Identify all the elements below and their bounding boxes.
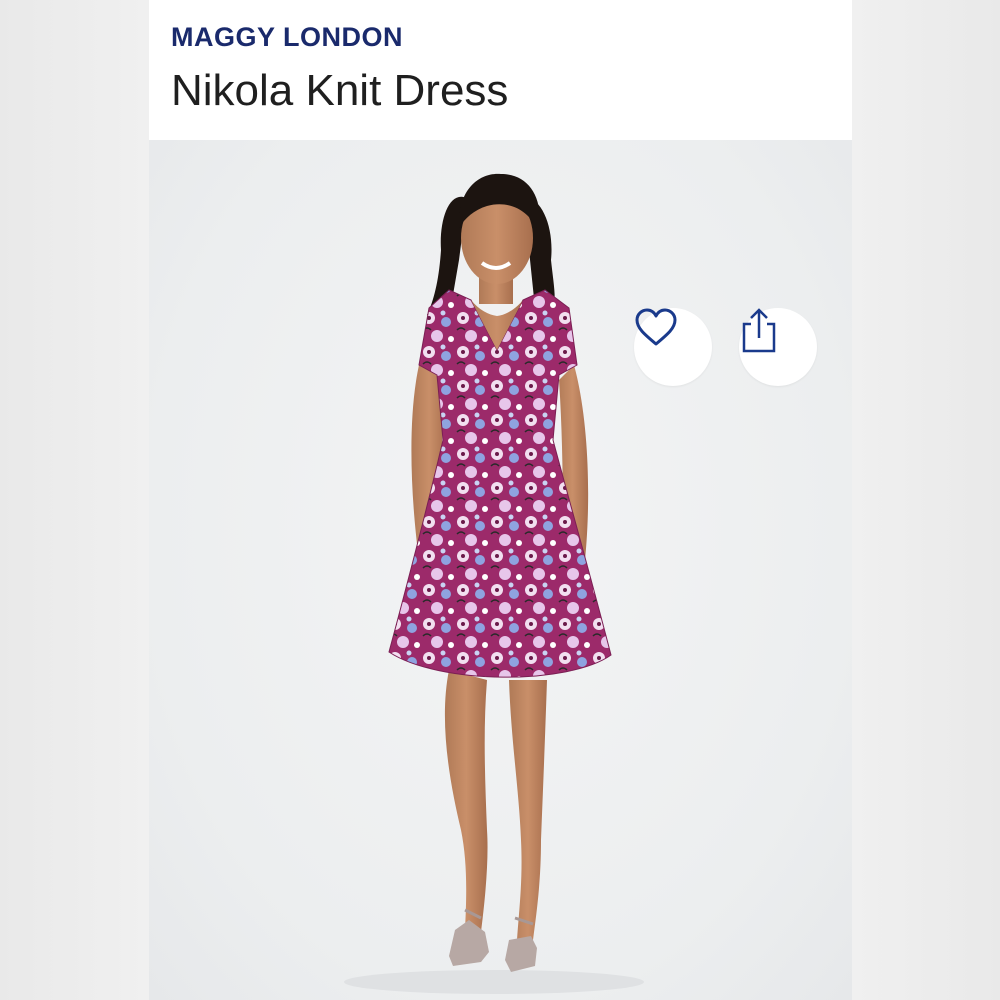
- product-card: MAGGY LONDON Nikola Knit Dress: [149, 0, 852, 1000]
- product-header: MAGGY LONDON Nikola Knit Dress: [149, 0, 852, 140]
- product-title: Nikola Knit Dress: [171, 66, 509, 115]
- brand-name[interactable]: MAGGY LONDON: [171, 22, 403, 53]
- model-illustration: [344, 173, 644, 994]
- favorite-button[interactable]: [634, 308, 712, 386]
- product-image[interactable]: [149, 140, 852, 1000]
- share-button[interactable]: [739, 308, 817, 386]
